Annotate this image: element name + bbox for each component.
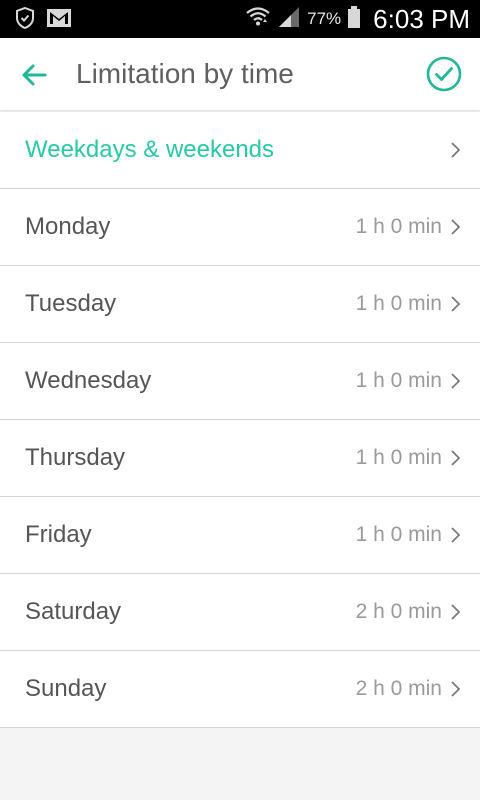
page-title: Limitation by time	[76, 58, 294, 89]
chevron-right-icon	[451, 296, 461, 312]
chevron-right-icon	[451, 373, 461, 389]
status-right-icons: 77% 6:03 PM	[245, 0, 470, 38]
list-item-thursday[interactable]: Thursday 1 h 0 min	[0, 420, 480, 497]
signal-icon	[277, 5, 301, 34]
list-item-friday[interactable]: Friday 1 h 0 min	[0, 497, 480, 574]
check-circle-icon	[426, 56, 462, 92]
row-value: 1 h 0 min	[355, 369, 442, 392]
list-item-sunday[interactable]: Sunday 2 h 0 min	[0, 651, 480, 728]
list-item-monday[interactable]: Monday 1 h 0 min	[0, 189, 480, 266]
chevron-right-icon	[451, 604, 461, 620]
list-item-wednesday[interactable]: Wednesday 1 h 0 min	[0, 343, 480, 420]
row-value: 1 h 0 min	[355, 292, 442, 315]
row-label: Tuesday	[25, 290, 117, 317]
status-clock: 6:03 PM	[373, 3, 470, 34]
app-bar: Limitation by time	[0, 38, 480, 110]
battery-percent: 77%	[307, 9, 342, 28]
row-label: Friday	[25, 521, 92, 548]
row-value: 2 h 0 min	[355, 600, 442, 623]
row-label: Monday	[25, 213, 111, 240]
battery-icon	[347, 5, 361, 34]
chevron-right-icon	[451, 219, 461, 235]
row-label: Wednesday	[25, 367, 152, 394]
list-item-saturday[interactable]: Saturday 2 h 0 min	[0, 574, 480, 651]
row-label: Saturday	[25, 598, 122, 625]
confirm-button[interactable]	[426, 56, 462, 92]
shield-icon	[14, 6, 36, 35]
status-bar: 77% 6:03 PM	[0, 0, 480, 38]
gmail-icon	[46, 7, 72, 34]
row-value: 1 h 0 min	[355, 215, 442, 238]
wifi-icon	[245, 6, 271, 33]
list-item-weekdays-weekends[interactable]: Weekdays & weekends	[0, 112, 480, 189]
row-value: 2 h 0 min	[355, 677, 442, 700]
chevron-right-icon	[451, 142, 461, 158]
list-item-tuesday[interactable]: Tuesday 1 h 0 min	[0, 266, 480, 343]
chevron-right-icon	[451, 681, 461, 697]
row-value: 1 h 0 min	[355, 446, 442, 469]
row-label: Weekdays & weekends	[25, 136, 275, 163]
chevron-right-icon	[451, 527, 461, 543]
back-button[interactable]	[18, 59, 50, 91]
row-label: Thursday	[25, 444, 126, 471]
day-limit-list: Weekdays & weekends Monday 1 h 0 min Tue…	[0, 112, 480, 728]
status-left-icons	[14, 6, 72, 35]
row-label: Sunday	[25, 675, 107, 702]
row-value: 1 h 0 min	[355, 523, 442, 546]
arrow-left-icon	[22, 64, 47, 86]
chevron-right-icon	[451, 450, 461, 466]
